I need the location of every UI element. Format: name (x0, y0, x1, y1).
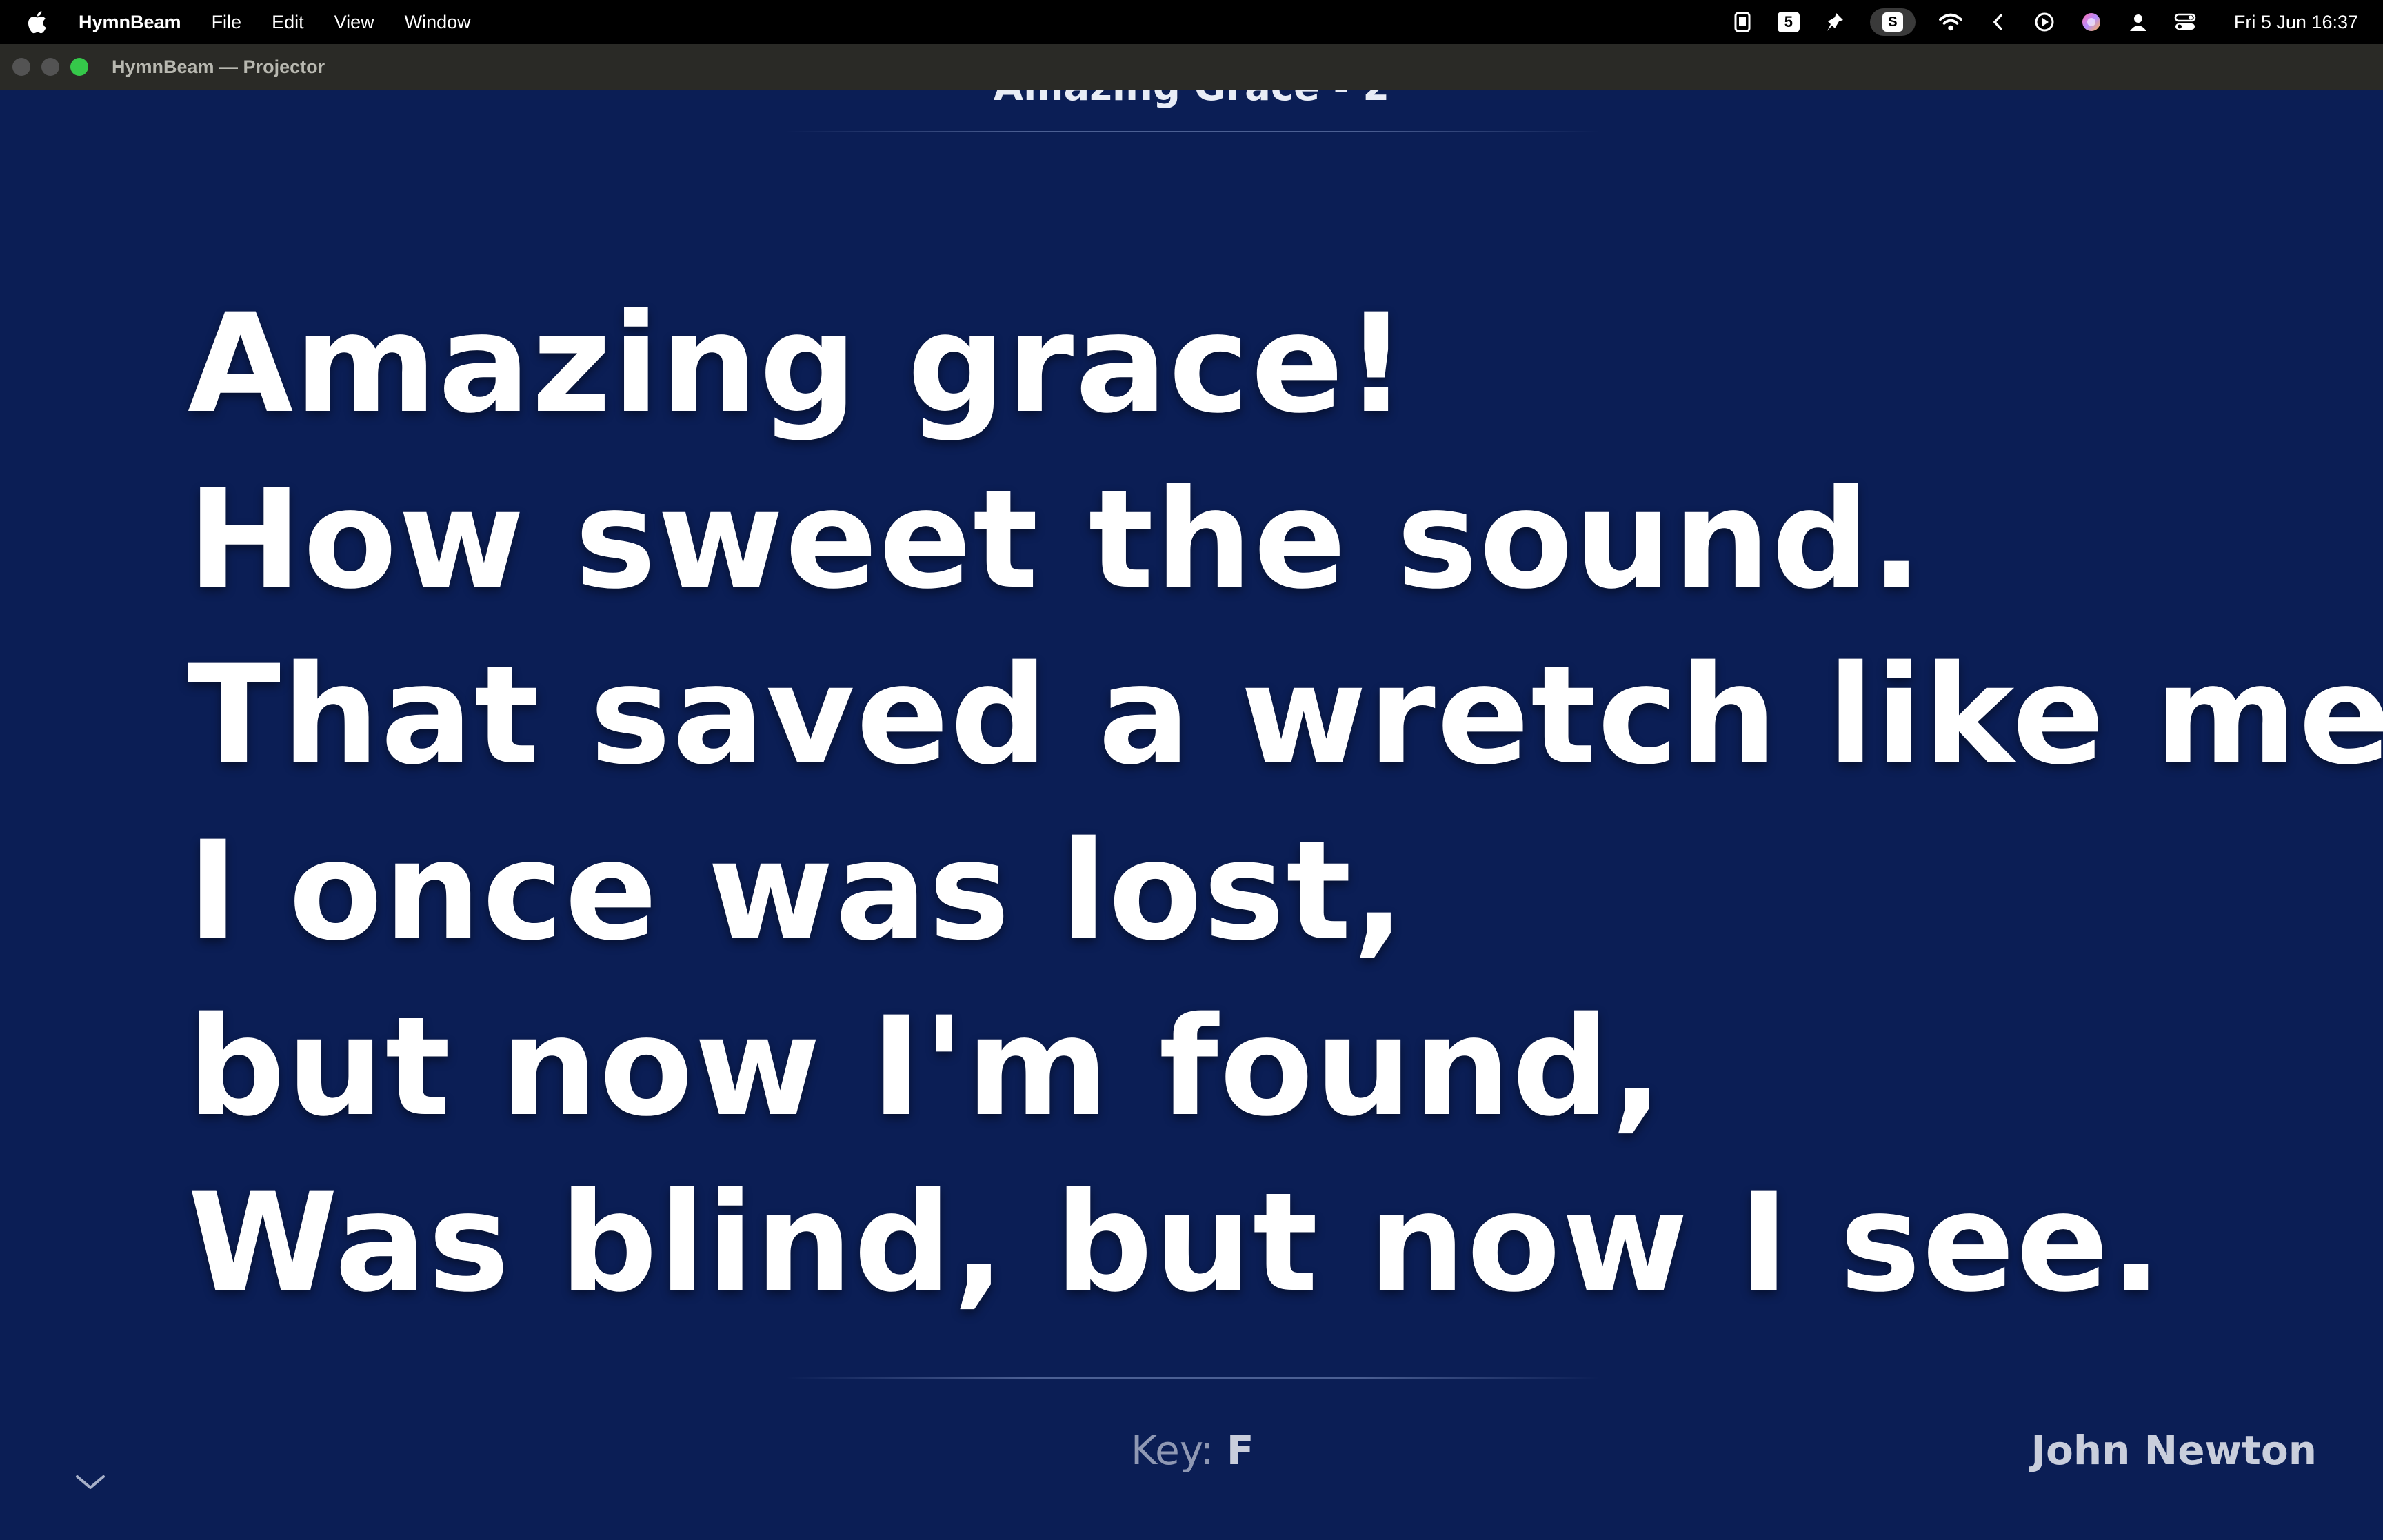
control-center-icon[interactable] (2173, 10, 2197, 34)
lyric-line: Was blind, but now I see. (188, 1163, 2164, 1322)
key-value: F (1226, 1427, 1254, 1474)
window-title: HymnBeam — Projector (112, 56, 325, 77)
song-key: Key: F (1131, 1427, 1254, 1474)
lyric-line: That saved a wretch like me! (188, 636, 2383, 795)
song-title: Amazing Grace - 2 (0, 90, 2383, 110)
menu-bar-clock[interactable]: Fri 5 Jun 16:37 (2234, 12, 2358, 33)
wifi-icon[interactable] (1938, 10, 1962, 34)
bottom-divider (786, 1377, 1600, 1379)
file-menu[interactable]: File (212, 12, 242, 33)
edit-menu[interactable]: Edit (272, 12, 304, 33)
close-button[interactable] (12, 58, 30, 76)
minimize-button[interactable] (41, 58, 59, 76)
user-icon[interactable] (2126, 10, 2150, 34)
chevron-down-icon[interactable] (73, 1468, 108, 1496)
traffic-lights (12, 58, 88, 76)
key-label: Key: (1131, 1427, 1214, 1474)
lyric-line: but now I'm found, (188, 987, 1665, 1146)
window-menu[interactable]: Window (405, 12, 471, 33)
s-badge-label: S (1882, 12, 1903, 32)
pin-icon[interactable] (1823, 10, 1847, 34)
view-menu[interactable]: View (334, 12, 374, 33)
s-badge-icon[interactable]: S (1869, 8, 1916, 36)
app-menu[interactable]: HymnBeam (79, 12, 181, 33)
lyric-line: How sweet the sound. (188, 460, 1924, 619)
apple-menu-icon[interactable] (26, 10, 47, 34)
lyric-line: I once was lost, (188, 811, 1407, 971)
tablet-icon[interactable] (1731, 10, 1754, 34)
menu-bar: HymnBeam File Edit View Window 5 S Fri 5 (0, 0, 2383, 44)
projector-slide: Amazing Grace - 2 Amazing grace! How swe… (0, 90, 2383, 1540)
window-title-bar[interactable]: HymnBeam — Projector (0, 44, 2383, 90)
color-ball-icon[interactable] (2080, 10, 2103, 34)
play-circle-icon[interactable] (2033, 10, 2056, 34)
lyric-line: Amazing grace! (188, 284, 1409, 443)
zoom-button[interactable] (70, 58, 88, 76)
status-area: 5 S Fri 5 Jun 16:37 (1731, 0, 2358, 44)
song-author: John Newton (2031, 1427, 2317, 1474)
s5-badge-icon[interactable]: 5 (1777, 12, 1800, 32)
chevron-left-icon[interactable] (1986, 10, 2009, 34)
top-divider (786, 131, 1600, 132)
lyrics-block: Amazing grace! How sweet the sound. That… (188, 276, 2383, 1330)
